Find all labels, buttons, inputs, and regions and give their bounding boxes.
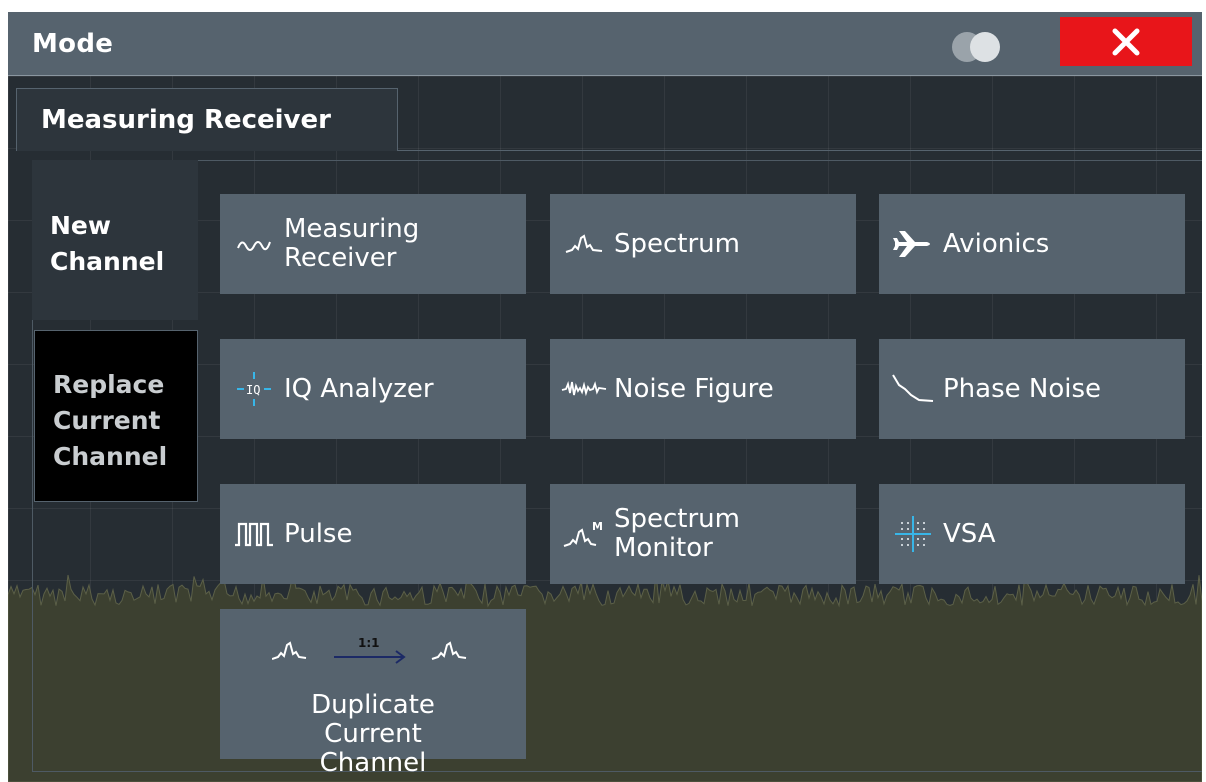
app-noise-figure[interactable]: Noise Figure (550, 339, 856, 439)
app-label: Measuring Receiver (284, 214, 420, 273)
app-label: IQ Analyzer (284, 373, 434, 404)
constellation-grid-icon (889, 514, 937, 554)
iq-crosshair-icon: IQ (230, 371, 278, 407)
app-label: VSA (943, 518, 996, 549)
app-vsa[interactable]: VSA (879, 484, 1185, 584)
pulse-train-icon (230, 521, 278, 547)
app-label: Pulse (284, 518, 353, 549)
ratio-label: 1:1 (358, 636, 380, 650)
noise-waveform-icon (560, 378, 608, 400)
new-channel-label: New Channel (50, 211, 165, 276)
spectrum-monitor-icon: M (560, 518, 608, 550)
channel-options: New Channel Replace Current Channel (32, 160, 198, 770)
tab-label: Measuring Receiver (41, 105, 331, 135)
app-spectrum-monitor[interactable]: M Spectrum Monitor (550, 484, 856, 584)
app-spectrum[interactable]: Spectrum (550, 194, 856, 294)
app-pulse[interactable]: Pulse (220, 484, 526, 584)
phase-noise-curve-icon (889, 373, 937, 405)
app-label: Noise Figure (614, 373, 774, 404)
airplane-icon (889, 230, 937, 258)
duplicate-channel-icon: 1:1 (272, 636, 467, 664)
sine-wave-icon (230, 234, 278, 254)
tab-divider (397, 150, 1202, 151)
toggle-icon[interactable] (952, 32, 1014, 62)
app-phase-noise[interactable]: Phase Noise (879, 339, 1185, 439)
app-avionics[interactable]: Avionics (879, 194, 1185, 294)
app-iq-analyzer[interactable]: IQ IQ Analyzer (220, 339, 526, 439)
svg-text:IQ: IQ (246, 383, 260, 397)
mode-dialog: Mode Measuring Receiver New Channel Repl… (8, 12, 1202, 782)
app-label: Phase Noise (943, 373, 1102, 404)
svg-text:M: M (592, 520, 603, 533)
app-label: Avionics (943, 228, 1050, 259)
app-label: Spectrum (614, 228, 740, 259)
tab-measuring-receiver[interactable]: Measuring Receiver (16, 88, 398, 151)
app-measuring-receiver[interactable]: Measuring Receiver (220, 194, 526, 294)
close-button[interactable] (1060, 17, 1192, 66)
close-icon (1112, 28, 1140, 56)
title-bar: Mode (8, 12, 1202, 76)
dialog-title: Mode (32, 29, 114, 59)
replace-channel-option[interactable]: Replace Current Channel (34, 330, 198, 502)
duplicate-channel-button[interactable]: 1:1 Duplicate Current Channel (220, 609, 526, 778)
replace-channel-label: Replace Current Channel (53, 370, 168, 471)
dialog-content: Measuring Receiver New Channel Replace C… (8, 76, 1202, 782)
new-channel-option[interactable]: New Channel (32, 160, 198, 320)
app-label: Spectrum Monitor (614, 504, 740, 563)
spectrum-peak-icon (560, 232, 608, 256)
duplicate-label: Duplicate Current Channel (311, 690, 435, 778)
